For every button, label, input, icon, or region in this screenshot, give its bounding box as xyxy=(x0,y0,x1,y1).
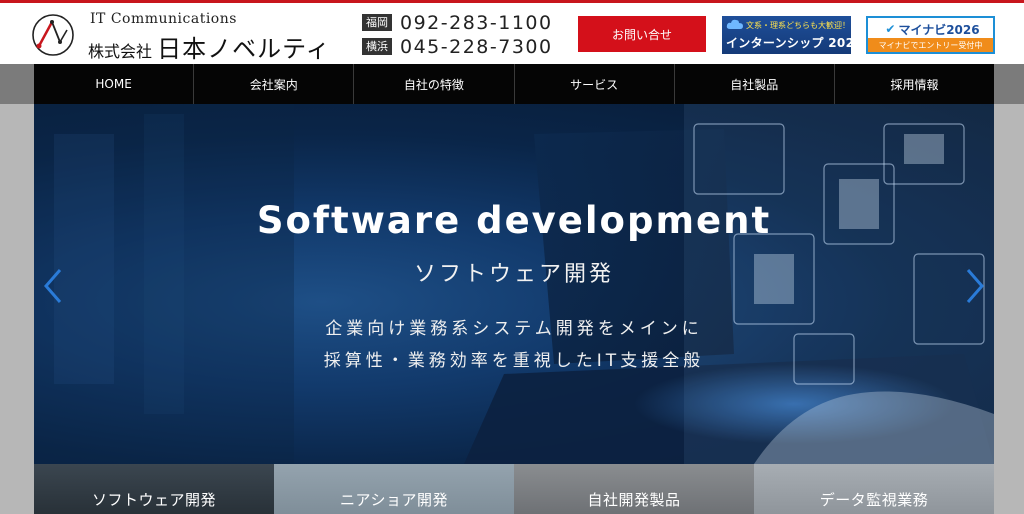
tab-data-monitoring[interactable]: データ監視業務 xyxy=(754,464,994,514)
hero-slider: Software development ソフトウェア開発 企業向け業務系システ… xyxy=(34,104,994,464)
hero-subtitle: ソフトウェア開発 xyxy=(413,262,614,287)
phone-number-yokohama[interactable]: 045-228-7300 xyxy=(400,36,553,58)
mynavi-banner-title-text: マイナビ2026 xyxy=(898,22,980,37)
nav-item-recruit[interactable]: 採用情報 xyxy=(833,64,994,104)
hero-description-line-2: 採算性・業務効率を重視したIT支援全般 xyxy=(323,351,705,371)
logo-clock-icon xyxy=(32,14,74,56)
company-logo[interactable]: IT Communications 株式会社 日本ノベルティ xyxy=(30,10,330,63)
internship-banner-tagline: 文系・理系どちらも大歓迎！ xyxy=(746,21,850,30)
phone-number-fukuoka[interactable]: 092-283-1100 xyxy=(400,12,553,34)
tab-software-development[interactable]: ソフトウェア開発 xyxy=(34,464,274,514)
slider-prev-arrow-icon[interactable] xyxy=(40,266,66,306)
contact-button[interactable]: お問い合せ xyxy=(578,16,706,52)
phone-yokohama: 横浜 045-228-7300 xyxy=(362,35,553,58)
site-header: IT Communications 株式会社 日本ノベルティ 福岡 092-28… xyxy=(0,3,1024,64)
logo-company-name: 日本ノベルティ xyxy=(157,35,331,63)
mynavi-banner-title: ✔ マイナビ2026 xyxy=(872,20,993,38)
nav-item-services[interactable]: サービス xyxy=(513,64,674,104)
nav-item-home[interactable]: HOME xyxy=(34,64,193,104)
internship-banner[interactable]: 文系・理系どちらも大歓迎！ インターンシップ 2027 xyxy=(722,16,863,54)
phone-fukuoka: 福岡 092-283-1100 xyxy=(362,11,553,34)
mynavi-logo-icon: ✔ xyxy=(885,22,896,36)
hero-title: Software development xyxy=(256,199,772,242)
slider-next-arrow-icon[interactable] xyxy=(962,266,988,306)
hero-description-line-1: 企業向け業務系システム開発をメインに xyxy=(325,319,703,339)
side-background-right xyxy=(994,104,1024,514)
main-navigation: HOME 会社案内 自社の特徴 サービス 自社製品 採用情報 xyxy=(34,64,994,104)
phone-tag-yokohama: 横浜 xyxy=(362,38,392,55)
logo-english-text: IT Communications xyxy=(90,11,237,27)
nav-item-features[interactable]: 自社の特徴 xyxy=(353,64,513,104)
side-background-left xyxy=(0,104,34,514)
service-tabs: ソフトウェア開発 ニアショア開発 自社開発製品 データ監視業務 xyxy=(34,464,994,514)
logo-company-prefix: 株式会社 xyxy=(88,42,153,61)
phone-numbers: 福岡 092-283-1100 横浜 045-228-7300 xyxy=(362,11,553,59)
mynavi-banner-entry: マイナビでエントリー受付中 xyxy=(868,38,993,52)
internship-banner-title: インターンシップ 2027 xyxy=(726,36,863,50)
nav-item-products[interactable]: 自社製品 xyxy=(673,64,834,104)
cloud-icon xyxy=(726,19,743,29)
tab-in-house-products[interactable]: 自社開発製品 xyxy=(514,464,754,514)
nav-item-company[interactable]: 会社案内 xyxy=(193,64,353,104)
mynavi-banner[interactable]: ✔ マイナビ2026 マイナビでエントリー受付中 xyxy=(866,16,995,54)
phone-tag-fukuoka: 福岡 xyxy=(362,14,392,31)
tab-nearshore-development[interactable]: ニアショア開発 xyxy=(274,464,514,514)
logo-japanese-text: 株式会社 日本ノベルティ xyxy=(88,29,331,64)
